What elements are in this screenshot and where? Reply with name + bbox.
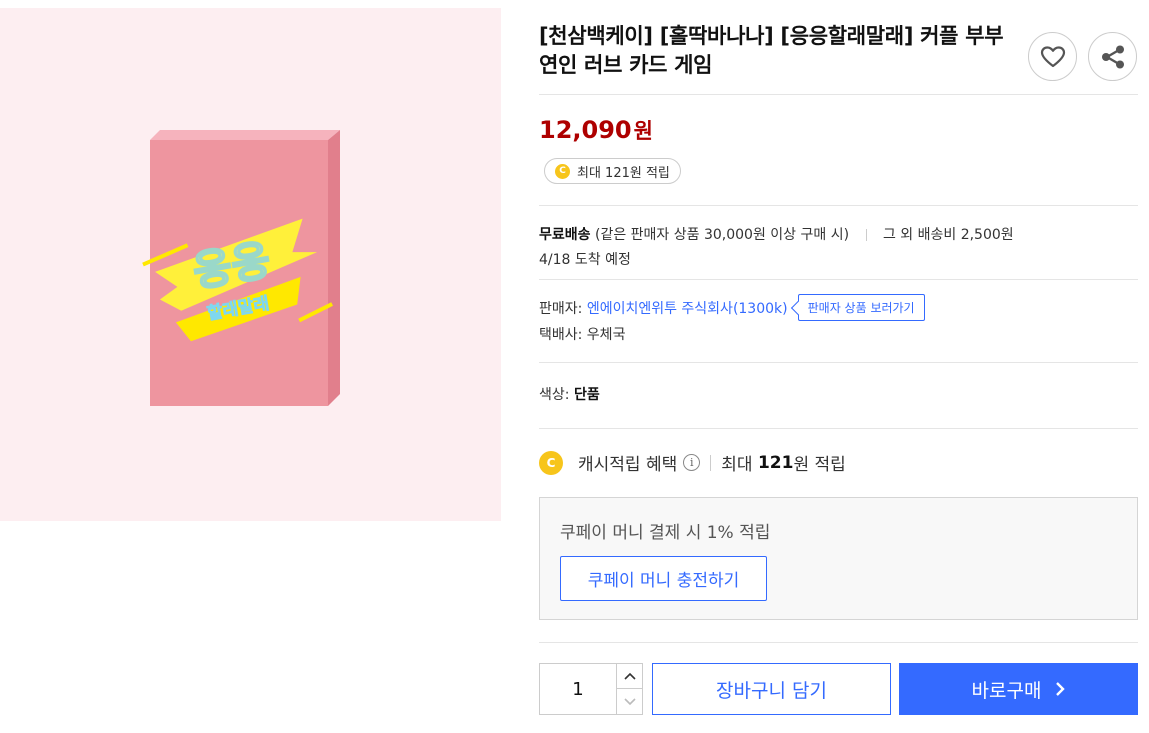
delivery-eta: 4/18 도착 예정	[539, 252, 631, 268]
cash-reward-row: C 캐시적립 혜택 i 최대 121 원 적립	[539, 450, 846, 475]
product-title: [천삼백케이] [홀딱바나나] [응응할래말래] 커플 부부 연인 러브 카드 …	[539, 24, 1004, 77]
card-game-box-illustration: 응응 할래말래	[142, 130, 340, 406]
quantity-decrease-button[interactable]	[616, 689, 642, 714]
divider	[539, 279, 1138, 280]
product-page: 응응 할래말래 [천삼백케이] [홀딱바나나] [응응할래말래] 커플 부부 연…	[0, 0, 1149, 733]
cash-max-prefix: 최대	[721, 455, 753, 475]
add-to-cart-button[interactable]: 장바구니 담기	[652, 663, 891, 715]
quantity-input[interactable]: 1	[540, 664, 616, 714]
product-image[interactable]: 응응 할래말래	[0, 8, 501, 521]
quantity-increase-button[interactable]	[616, 664, 642, 689]
price-unit: 원	[633, 119, 653, 143]
info-icon[interactable]: i	[683, 454, 701, 471]
buy-now-label: 바로구매	[971, 679, 1042, 702]
seller-products-button[interactable]: 판매자 상품 보러가기	[797, 294, 925, 321]
chevron-down-icon	[623, 697, 636, 705]
coin-icon: C	[555, 163, 570, 179]
divider	[539, 94, 1138, 95]
seller-info: 판매자: 엔에이치엔위투 주식회사(1300k) 판매자 상품 보러가기	[539, 294, 925, 321]
heart-icon	[1040, 45, 1065, 67]
buy-now-button[interactable]: 바로구매	[899, 663, 1138, 715]
quantity-stepper: 1	[539, 663, 643, 715]
shipping-extra: 그 외 배송비 2,500원	[882, 227, 1014, 243]
reward-text: 최대 121원 적립	[577, 165, 670, 181]
coupay-text: 쿠페이 머니 결제 시 1% 적립	[560, 523, 771, 543]
seller-label: 판매자:	[539, 300, 583, 317]
seller-name-link[interactable]: 엔에이치엔위투 주식회사(1300k)	[587, 298, 788, 318]
reward-badge: C 최대 121원 적립	[544, 158, 681, 184]
wishlist-button[interactable]	[1028, 32, 1077, 81]
coupay-charge-button[interactable]: 쿠페이 머니 충전하기	[560, 556, 767, 601]
option-info: 색상: 단품	[539, 384, 600, 404]
divider	[539, 428, 1138, 429]
share-button[interactable]	[1088, 32, 1137, 81]
chevron-right-icon	[1056, 682, 1066, 696]
cash-max-suffix: 원 적립	[793, 455, 846, 475]
share-icon	[1101, 45, 1124, 68]
price-amount: 12,090	[539, 116, 632, 144]
courier-info: 택배사: 우체국	[539, 327, 626, 343]
separator	[865, 229, 867, 241]
divider	[539, 362, 1138, 363]
separator	[710, 454, 712, 471]
shipping-info: 무료배송 (같은 판매자 상품 30,000원 이상 구매 시) 그 외 배송비…	[539, 224, 1014, 244]
option-label: 색상:	[539, 387, 570, 403]
free-shipping-label: 무료배송	[539, 227, 591, 243]
shipping-condition: (같은 판매자 상품 30,000원 이상 구매 시)	[594, 227, 850, 243]
cash-max-amount: 121	[757, 452, 794, 473]
cash-coin-icon: C	[539, 450, 563, 475]
divider	[539, 205, 1138, 206]
chevron-up-icon	[623, 672, 636, 680]
divider	[539, 642, 1138, 643]
cash-label: 캐시적립 혜택	[578, 455, 678, 475]
option-value: 단품	[573, 387, 600, 403]
price: 12,090원	[539, 115, 653, 145]
coupay-box: 쿠페이 머니 결제 시 1% 적립 쿠페이 머니 충전하기	[539, 497, 1138, 620]
